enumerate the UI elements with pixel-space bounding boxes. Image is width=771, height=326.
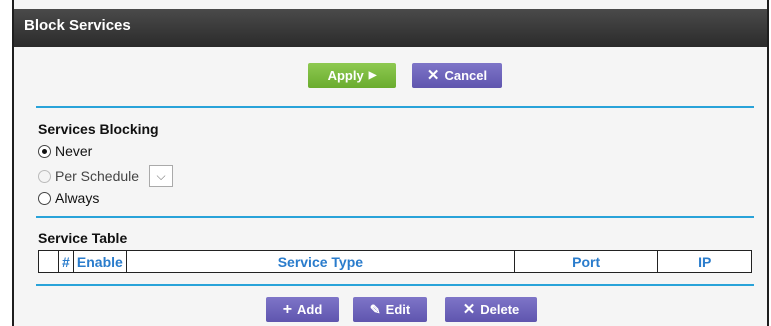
edit-label: Edit: [385, 302, 411, 317]
page-frame: Block Services Apply ▶ ✕ Cancel Services…: [0, 0, 771, 326]
column-service-type: Service Type: [125, 250, 515, 273]
radio-always-label: Always: [55, 190, 100, 206]
edit-button[interactable]: ✎ Edit: [353, 297, 427, 322]
column-ip: IP: [657, 250, 752, 273]
apply-button[interactable]: Apply ▶: [308, 63, 396, 88]
radio-per-schedule-label: Per Schedule: [55, 168, 140, 184]
delete-label: Delete: [480, 302, 520, 317]
chevron-down-icon: ⌵: [156, 168, 166, 183]
apply-label: Apply: [327, 68, 364, 83]
radio-always[interactable]: [38, 191, 51, 205]
radio-per-schedule[interactable]: [38, 169, 51, 183]
block-services-panel: Block Services Apply ▶ ✕ Cancel Services…: [12, 0, 769, 326]
divider-top: [36, 106, 754, 108]
play-icon: ▶: [368, 69, 377, 81]
divider-middle: [36, 216, 754, 218]
panel-content: Apply ▶ ✕ Cancel Services Blocking Never…: [14, 47, 767, 326]
services-blocking-title: Services Blocking: [38, 121, 159, 137]
column-enable: Enable: [72, 250, 127, 273]
cancel-label: Cancel: [444, 68, 488, 83]
radio-never[interactable]: [38, 144, 51, 158]
add-label: Add: [297, 302, 323, 317]
radio-never-row[interactable]: Never: [38, 143, 92, 159]
radio-always-row[interactable]: Always: [38, 190, 99, 206]
close-icon: ✕: [462, 301, 476, 318]
close-icon: ✕: [426, 67, 440, 84]
column-number: #: [57, 250, 74, 273]
pencil-icon: ✎: [369, 302, 381, 317]
plus-icon: +: [282, 300, 293, 318]
page-title: Block Services: [14, 9, 767, 47]
column-port: Port: [513, 250, 659, 273]
cancel-button[interactable]: ✕ Cancel: [412, 63, 502, 88]
radio-never-label: Never: [55, 143, 93, 159]
service-table: # Enable Service Type Port IP: [38, 250, 752, 273]
radio-per-schedule-row[interactable]: Per Schedule ⌵: [38, 165, 174, 187]
schedule-select[interactable]: ⌵: [149, 165, 174, 187]
service-table-title: Service Table: [38, 230, 128, 246]
service-table-header: # Enable Service Type Port IP: [38, 250, 752, 273]
add-button[interactable]: + Add: [266, 297, 339, 322]
column-select: [38, 250, 59, 273]
delete-button[interactable]: ✕ Delete: [445, 297, 537, 322]
divider-bottom: [36, 284, 754, 286]
